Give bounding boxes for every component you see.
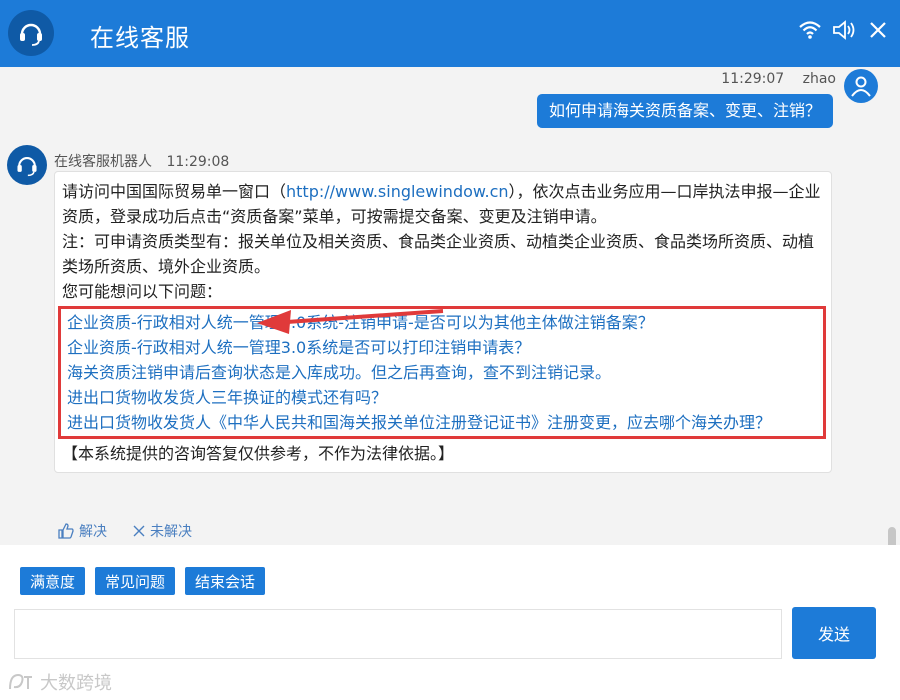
page-title: 在线客服 <box>90 24 190 52</box>
composer-area: 满意度 常见问题 结束会话 发送 大数跨境 <box>0 545 900 700</box>
solved-label: 解决 <box>79 524 107 540</box>
solved-button[interactable]: 解决 <box>58 521 107 541</box>
qualification-note: 注：可申请资质类型有：报关单位及相关资质、食品类企业资质、动植类企业资质、食品类… <box>62 232 815 276</box>
wifi-icon <box>799 21 821 39</box>
bot-name: 在线客服机器人 <box>54 154 152 170</box>
unsolved-button[interactable]: 未解决 <box>133 521 192 541</box>
message-input[interactable] <box>14 609 782 659</box>
suggested-question[interactable]: 进出口货物收发货人《中华人民共和国海关报关单位注册登记证书》注册变更，应去哪个海… <box>67 410 819 435</box>
satisfaction-button[interactable]: 满意度 <box>20 567 86 595</box>
quick-actions: 满意度 常见问题 结束会话 <box>20 567 266 595</box>
suggested-question[interactable]: 海关资质注销申请后查询状态是入库成功。但之后再查询，查不到注销记录。 <box>67 360 819 385</box>
suggested-question[interactable]: 进出口货物收发货人三年换证的模式还有吗？ <box>67 385 819 410</box>
bot-answer: 请访问中国国际贸易单一窗口（http://www.singlewindow.cn… <box>62 179 824 229</box>
headset-icon <box>17 157 37 177</box>
support-avatar <box>8 10 54 56</box>
watermark-logo-icon <box>9 673 32 690</box>
watermark-text: 大数跨境 <box>40 673 112 694</box>
chat-scrollbar[interactable] <box>888 527 896 545</box>
suggest-intro: 您可能想问以下问题： <box>62 282 223 301</box>
send-button[interactable]: 发送 <box>792 607 876 659</box>
user-message-time: 11:29:07 <box>721 71 785 87</box>
bot-meta: 在线客服机器人 11:29:08 <box>54 151 229 171</box>
chat-area[interactable]: 11:29:07 zhao 如何申请海关资质备案、变更、注销？ 在线客服机器人 … <box>0 67 900 545</box>
feedback-bar: 解决 未解决 <box>58 521 192 541</box>
annotation-arrow <box>257 309 444 334</box>
close-icon[interactable] <box>868 20 888 40</box>
user-meta: 11:29:07 zhao <box>721 71 836 87</box>
suggested-question[interactable]: 企业资质-行政相对人统一管理3.0系统是否可以打印注销申请表？ <box>67 335 819 360</box>
unsolved-label: 未解决 <box>150 524 192 540</box>
bot-message-time: 11:29:08 <box>166 154 230 170</box>
user-avatar <box>844 69 878 103</box>
thumbs-up-icon <box>58 523 74 539</box>
answer-text-start: 请访问中国国际贸易单一窗口（ <box>62 182 287 201</box>
faq-button[interactable]: 常见问题 <box>95 567 176 595</box>
chat-header: 在线客服 <box>0 0 900 67</box>
user-icon <box>851 76 871 97</box>
singlewindow-link[interactable]: http://www.singlewindow.cn <box>286 182 509 201</box>
bot-avatar <box>7 145 47 185</box>
disclaimer: 【本系统提供的咨询答复仅供参考，不作为法律依据。】 <box>62 444 455 463</box>
x-icon <box>133 525 145 537</box>
headset-icon <box>20 23 42 46</box>
watermark: 大数跨境 <box>8 669 112 695</box>
user-message-bubble: 如何申请海关资质备案、变更、注销？ <box>536 94 833 128</box>
volume-icon[interactable] <box>832 20 858 40</box>
end-session-button[interactable]: 结束会话 <box>185 567 266 595</box>
user-name: zhao <box>802 71 836 87</box>
